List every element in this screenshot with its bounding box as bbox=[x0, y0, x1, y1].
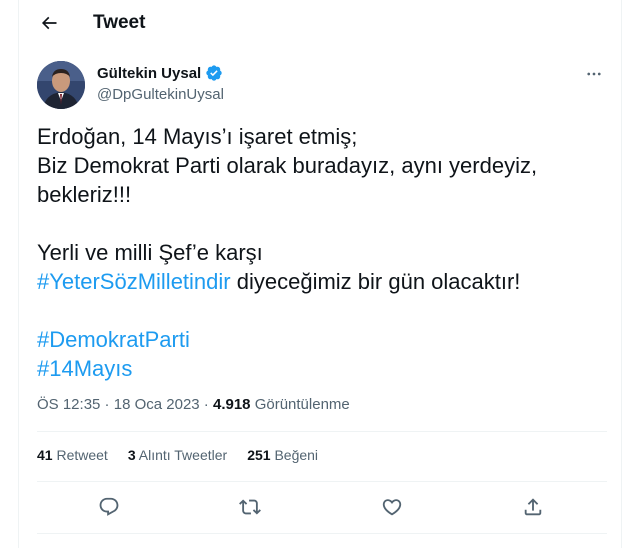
tweet-detail-panel: Tweet Gültekin Uysal @DpGultekinUysal Er… bbox=[18, 0, 622, 548]
reply-icon bbox=[99, 497, 119, 516]
hashtag-link[interactable]: #YeterSözMilletindir bbox=[37, 269, 231, 294]
tweet-line: Yerli ve milli Şef’e karşı bbox=[37, 240, 263, 265]
retweet-icon bbox=[239, 499, 261, 515]
quote-tweets-stat[interactable]: 3 Alıntı Tweetler bbox=[128, 447, 227, 463]
engagement-stats: 41 Retweet 3 Alıntı Tweetler 251 Beğeni bbox=[37, 447, 338, 463]
verified-badge-icon bbox=[205, 64, 223, 82]
views-label: Görüntülenme bbox=[250, 396, 350, 413]
author-name-row: Gültekin Uysal bbox=[97, 64, 223, 82]
tweet-line-with-hashtag: #YeterSözMilletindir diyeceğimiz bir gün… bbox=[37, 267, 607, 296]
quotes-count: 3 bbox=[127, 447, 136, 463]
action-bar bbox=[19, 490, 623, 524]
author-display-name[interactable]: Gültekin Uysal bbox=[97, 65, 201, 82]
divider bbox=[37, 533, 607, 534]
hashtag-link[interactable]: #DemokratParti bbox=[37, 327, 190, 352]
tweet-line: bekleriz!!! bbox=[37, 182, 132, 207]
tweet-line: #14Mayıs bbox=[37, 354, 607, 383]
tweet-time[interactable]: ÖS 12:35 bbox=[37, 396, 100, 413]
tweet-line: Biz Demokrat Parti olarak buradayız, ayn… bbox=[37, 153, 538, 178]
more-horizontal-icon bbox=[587, 72, 601, 76]
page-title: Tweet bbox=[93, 12, 146, 33]
tweet-line: Erdoğan, 14 Mayıs’ı işaret etmiş; bbox=[37, 124, 358, 149]
reply-button[interactable] bbox=[97, 495, 121, 519]
arrow-left-icon bbox=[41, 16, 57, 30]
views-count: 4.918 bbox=[212, 396, 251, 413]
retweets-label: Retweet bbox=[52, 447, 108, 463]
meta-separator: · bbox=[199, 396, 213, 413]
tweet-meta: ÖS 12:35 · 18 Oca 2023 · 4.918 Görüntüle… bbox=[37, 396, 350, 413]
likes-label: Beğeni bbox=[270, 447, 319, 463]
heart-icon bbox=[382, 499, 402, 516]
divider bbox=[37, 481, 607, 482]
share-button[interactable] bbox=[521, 495, 545, 519]
likes-count: 251 bbox=[247, 447, 271, 463]
hashtag-link[interactable]: #14Mayıs bbox=[37, 356, 132, 381]
retweet-button[interactable] bbox=[238, 495, 262, 519]
share-icon bbox=[524, 498, 542, 516]
more-options-button[interactable] bbox=[582, 62, 606, 86]
retweets-count: 41 bbox=[37, 447, 53, 463]
like-button[interactable] bbox=[380, 495, 404, 519]
avatar[interactable] bbox=[37, 61, 85, 109]
tweet-line-text: diyeceğimiz bir gün olacaktır! bbox=[230, 269, 521, 294]
retweets-stat[interactable]: 41 Retweet bbox=[37, 447, 108, 463]
avatar-image bbox=[37, 61, 85, 109]
tweet-date[interactable]: 18 Oca 2023 bbox=[114, 396, 200, 413]
author-handle[interactable]: @DpGultekinUysal bbox=[97, 86, 224, 103]
divider bbox=[37, 431, 607, 432]
top-bar: Tweet bbox=[19, 0, 623, 46]
back-button[interactable] bbox=[37, 11, 61, 35]
tweet-text: Erdoğan, 14 Mayıs’ı işaret etmiş; Biz De… bbox=[37, 122, 607, 383]
tweet-line: #DemokratParti bbox=[37, 325, 607, 354]
meta-separator: · bbox=[100, 396, 114, 413]
likes-stat[interactable]: 251 Beğeni bbox=[247, 447, 318, 463]
quotes-label: Alıntı Tweetler bbox=[135, 447, 228, 463]
